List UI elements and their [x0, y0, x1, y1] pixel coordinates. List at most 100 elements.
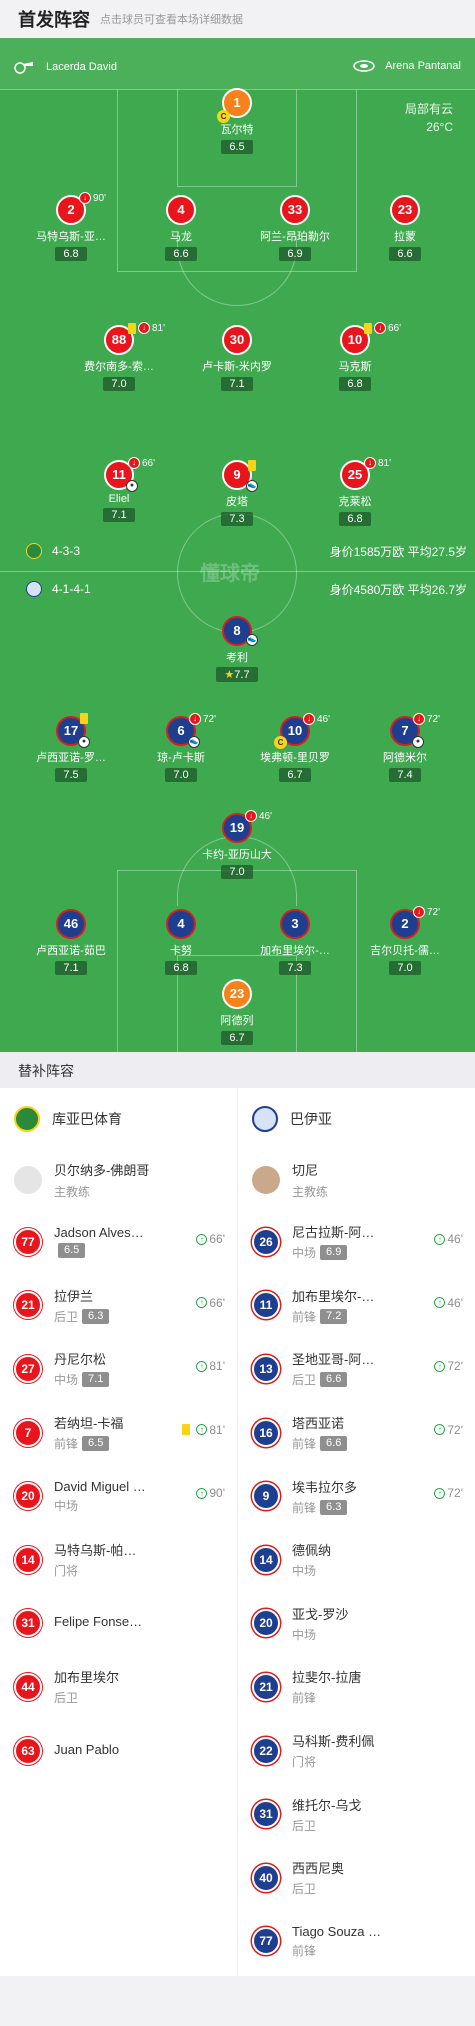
bench-player-row[interactable]: 31 维托尔-乌戈 后卫 [238, 1782, 475, 1846]
away-player[interactable]: 3 加布里埃尔-… 7.3 [240, 909, 350, 976]
home-player[interactable]: 30 卢卡斯-米内罗 7.1 [182, 325, 292, 392]
home-team-header[interactable]: 库亚巴体育 [0, 1088, 237, 1150]
home-coach-name: Lacerda David [46, 61, 117, 73]
coach-role: 主教练 [292, 1185, 329, 1199]
goal-ball-icon: ● [126, 480, 138, 492]
home-bench: 库亚巴体育 贝尔纳多-佛朗哥 主教练 77 Jadson Alves… 6.5 ↑ 66'… [0, 1088, 237, 1782]
home-player[interactable]: 11 Eliel 7.1 [64, 460, 174, 523]
home-player[interactable]: 88 费尔南多-索… 7.0 [64, 325, 174, 392]
away-player[interactable]: 4 卡努 6.8 [126, 909, 236, 976]
player-position: 前锋 [292, 1691, 317, 1706]
player-rating: 6.7 [221, 1031, 253, 1045]
sub-on-badge: ↑ 90' [196, 1486, 225, 1500]
player-position: 中场 [54, 1498, 79, 1513]
bench-player-row[interactable]: 20 David Miguel … 中场 ↑ 90' [0, 1464, 237, 1528]
away-team-header[interactable]: 巴伊亚 [238, 1088, 475, 1150]
bench-player-row[interactable]: 22 马科斯-费利佩 门将 [238, 1719, 475, 1783]
player-info: 6.5 [54, 1243, 164, 1259]
player-position: 中场 [292, 1564, 317, 1579]
player-name: Felipe Fonse… [54, 1614, 143, 1630]
sub-on-icon: ↑ [434, 1233, 446, 1245]
home-player[interactable]: 2 马特乌斯-亚… 6.8 [16, 195, 126, 262]
sub-on-badge: ↑ 66' [196, 1296, 225, 1310]
bench-player-row[interactable]: 44 加布里埃尔 后卫 [0, 1655, 237, 1719]
player-name: 维托尔-乌戈 [292, 1797, 362, 1813]
bench-player-row[interactable]: 7 若纳坦-卡福 前锋 6.5 ↑ 81' [0, 1401, 237, 1465]
player-rating: 7.0 [389, 961, 421, 975]
bench-player-row[interactable]: 40 西西尼奥 后卫 [238, 1846, 475, 1910]
away-player[interactable]: 17 卢西亚诺-罗… 7.5 [16, 716, 126, 783]
player-name: 圣地亚哥-阿… [292, 1352, 375, 1368]
avatar [252, 1166, 280, 1194]
bench-player-row[interactable]: 20 亚戈-罗沙 中场 [238, 1592, 475, 1656]
bench-player-row[interactable]: 9 埃韦拉尔多 前锋 6.3 ↑ 72' [238, 1464, 475, 1528]
away-player[interactable]: 6 琼-卢卡斯 7.0 [126, 716, 236, 783]
yellow-card-icon [128, 322, 136, 334]
player-position: 中场 [292, 1246, 317, 1261]
home-player[interactable]: 1 瓦尔特 6.5 [182, 88, 292, 155]
sub-off-badge: ↓ 46' [245, 810, 272, 822]
home-player[interactable]: 4 马龙 6.6 [126, 195, 236, 262]
player-number: 22 [252, 1736, 280, 1765]
bench-player-row[interactable]: 63 Juan Pablo [0, 1719, 237, 1783]
team-name: 库亚巴体育 [52, 1111, 122, 1127]
bench-player-row[interactable]: 21 拉斐尔-拉唐 前锋 [238, 1655, 475, 1719]
player-name: 皮塔 [226, 496, 248, 508]
home-player[interactable]: 23 拉蒙 6.6 [350, 195, 460, 262]
player-name: Juan Pablo [54, 1741, 120, 1757]
bench-player-row[interactable]: 14 马特乌斯-帕… 门将 [0, 1528, 237, 1592]
player-rating: 6.6 [320, 1372, 348, 1388]
bench-player-row[interactable]: 21 拉伊兰 后卫 6.3 ↑ 66' [0, 1274, 237, 1338]
player-rating: 6.8 [55, 247, 87, 261]
away-player[interactable]: 46 卢西亚诺-茹巴 7.1 [16, 909, 126, 976]
home-player[interactable]: 33 阿兰-昂珀勒尔 6.9 [240, 195, 350, 262]
bench-player-row[interactable]: 31 Felipe Fonse… [0, 1592, 237, 1656]
player-rating: 7.2 [320, 1308, 348, 1324]
weather-text: 局部有云 [404, 102, 453, 116]
player-rating: 7.0 [103, 377, 135, 391]
sub-off-icon: ↓ [245, 810, 257, 822]
player-position: 后卫 [292, 1882, 317, 1897]
player-position: 前锋 [292, 1309, 317, 1324]
captain-icon: C [274, 736, 287, 749]
bench-player-row[interactable]: 13 圣地亚哥-阿… 后卫 6.6 ↑ 72' [238, 1337, 475, 1401]
away-value: 身价4580万欧 平均26.7岁 [329, 583, 467, 597]
bench-player-row[interactable]: 77 Tiago Souza … 前锋 [238, 1910, 475, 1974]
player-name: 卡约-亚历山大 [202, 849, 272, 861]
player-number: 44 [14, 1672, 42, 1701]
bench-player-row[interactable]: 14 德佩纳 中场 [238, 1528, 475, 1592]
away-player[interactable]: 2 吉尔贝托-儒… 7.0 [350, 909, 460, 976]
coach-name: 切尼 [292, 1163, 319, 1178]
player-name: 阿德列 [220, 1015, 254, 1027]
away-player[interactable]: 8 考利 ★7.7 [182, 616, 292, 683]
away-player[interactable]: 19 卡约-亚历山大 7.0 [182, 813, 292, 880]
away-player[interactable]: 23 阿德列 6.7 [182, 979, 292, 1046]
player-name: 加布里埃尔-… [260, 945, 330, 957]
away-player[interactable]: 7 阿德米尔 7.4 [350, 716, 460, 783]
player-name: 阿兰-昂珀勒尔 [260, 231, 330, 243]
player-rating: 6.8 [339, 377, 371, 391]
player-info: 门将 [292, 1753, 402, 1770]
player-position: 中场 [54, 1373, 79, 1388]
player-position: 中场 [292, 1627, 317, 1642]
player-name: 克莱松 [338, 496, 372, 508]
player-info: 前锋 [292, 1689, 402, 1706]
away-player[interactable]: 10 埃弗顿-里贝罗 6.7 [240, 716, 350, 783]
coach-name: 贝尔纳多-佛朗哥 [54, 1163, 150, 1178]
player-position: 后卫 [54, 1309, 79, 1324]
player-info: 后卫 [54, 1689, 164, 1706]
home-coach-row[interactable]: 贝尔纳多-佛朗哥 主教练 [0, 1150, 237, 1210]
away-coach-row[interactable]: 切尼 主教练 [238, 1150, 475, 1210]
bench-player-row[interactable]: 11 加布里埃尔-… 前锋 7.2 ↑ 46' [238, 1274, 475, 1338]
bench-player-row[interactable]: 16 塔西亚诺 前锋 6.6 ↑ 72' [238, 1401, 475, 1465]
home-player[interactable]: 25 克莱松 6.8 [300, 460, 410, 527]
player-name: 马龙 [170, 231, 192, 243]
home-player[interactable]: 10 马克斯 6.8 [300, 325, 410, 392]
player-info: 前锋 6.6 [292, 1435, 402, 1452]
bench-player-row[interactable]: 77 Jadson Alves… 6.5 ↑ 66' [0, 1210, 237, 1274]
bench-player-row[interactable]: 27 丹尼尔松 中场 7.1 ↑ 81' [0, 1337, 237, 1401]
bench-player-row[interactable]: 26 尼古拉斯-阿… 中场 6.9 ↑ 46' [238, 1210, 475, 1274]
home-player[interactable]: 9 皮塔 7.3 [182, 460, 292, 527]
player-rating: 6.9 [320, 1245, 348, 1261]
player-rating: 7.1 [82, 1372, 110, 1388]
